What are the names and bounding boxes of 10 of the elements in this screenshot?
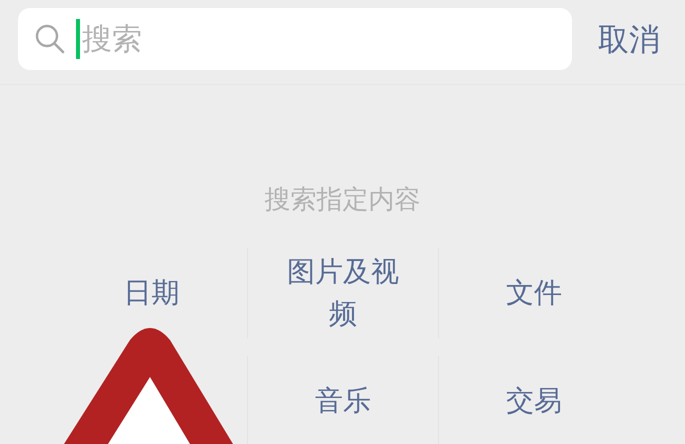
filter-option[interactable]: 音乐 bbox=[315, 380, 371, 422]
filter-option[interactable]: 日期 bbox=[124, 272, 180, 314]
filter-option[interactable]: 交易 bbox=[506, 380, 562, 422]
search-icon bbox=[34, 23, 66, 55]
filter-option[interactable]: 图片及视频 bbox=[284, 251, 402, 335]
filter-option[interactable]: 文件 bbox=[506, 272, 562, 314]
section-title: 搜索指定内容 bbox=[264, 186, 422, 212]
cancel-button[interactable]: 取消 bbox=[598, 24, 660, 54]
search-input: 搜索 bbox=[82, 16, 522, 62]
search-field[interactable]: 搜索 bbox=[18, 8, 572, 70]
